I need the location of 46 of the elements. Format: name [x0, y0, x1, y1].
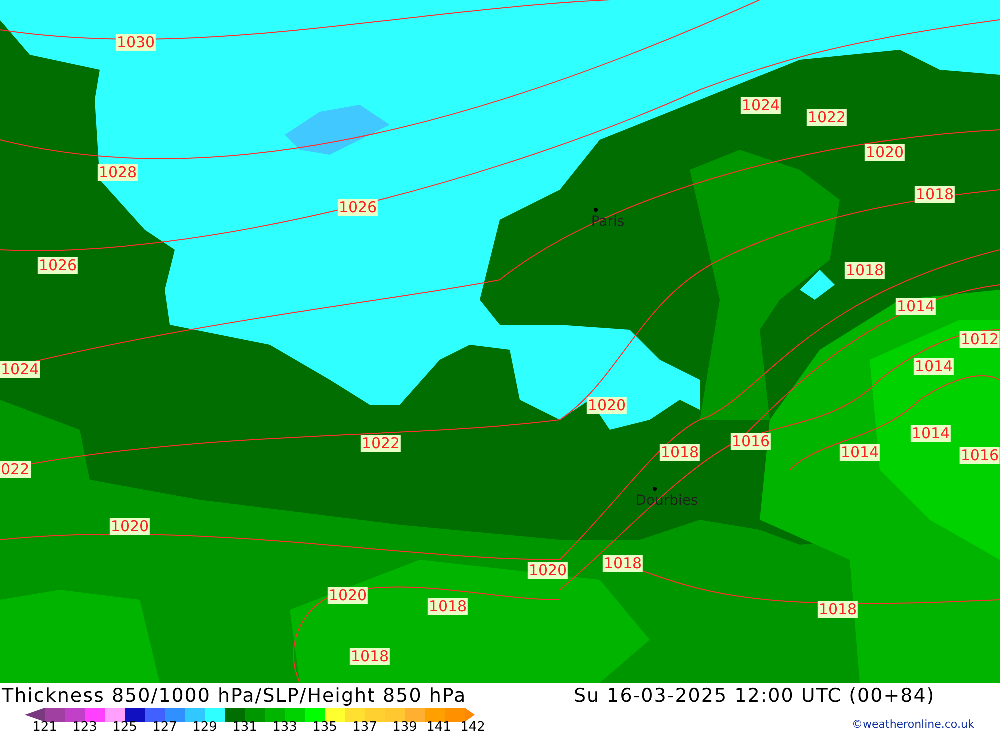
isobar-label: 1018 [350, 648, 390, 666]
legend-label: 121 [32, 721, 58, 733]
isobar-label: 1016 [730, 434, 772, 450]
isobar-label: 1016 [960, 448, 1000, 464]
isobar-label: 022 [0, 462, 31, 478]
legend-label: 131 [232, 721, 258, 733]
valid-time: Su 16-03-2025 12:00 UTC (00+84) [574, 685, 936, 707]
city-dot-icon [594, 208, 598, 212]
isobar-label: 1026 [338, 200, 378, 216]
city-dot-icon [653, 487, 657, 491]
isobar-label: 1030 [116, 34, 156, 52]
legend-label: 139 [392, 721, 418, 733]
legend-label: 137 [352, 721, 378, 733]
city-label: Paris [591, 214, 625, 230]
isobar-label: 1018 [914, 186, 956, 204]
isobar-label: 1020 [110, 518, 150, 536]
isobar-label: 1028 [98, 164, 138, 182]
isobar-label: 1022 [806, 110, 848, 126]
legend-label: 127 [152, 721, 178, 733]
isobar-label: 1018 [818, 602, 858, 618]
isobar-label: 1022 [360, 436, 402, 452]
legend-label: 123 [72, 721, 98, 733]
isobar-label: 1018 [660, 444, 700, 462]
isobar-label: 1012 [960, 332, 1000, 348]
isobar-label: 1014 [914, 358, 954, 376]
isobar-label: 1014 [840, 444, 880, 462]
legend-label: 141 [426, 721, 452, 733]
isobar-label: 1018 [844, 262, 886, 280]
isobar-label: 1024 [740, 98, 782, 114]
chart-title: Thickness 850/1000 hPa/SLP/Height 850 hPa [2, 685, 467, 707]
isobar-label: 1024 [0, 362, 40, 378]
isobar-label: 1020 [586, 398, 628, 414]
isobar-label: 1020 [864, 144, 906, 162]
legend-label: 135 [312, 721, 338, 733]
isobar-label: 1018 [428, 598, 468, 616]
isobar-label: 1020 [328, 588, 368, 604]
legend-label: 142 [460, 721, 486, 733]
legend-label: 129 [192, 721, 218, 733]
isobar-label: 1018 [602, 556, 644, 572]
isobar-label: 1026 [38, 258, 78, 274]
isobar-label: 1020 [528, 562, 568, 580]
isobar-label: 1014 [896, 298, 936, 316]
credit-link[interactable]: ©weatheronline.co.uk [852, 718, 974, 731]
isobar-label: 1014 [910, 426, 952, 442]
legend-label: 125 [112, 721, 138, 733]
legend-label: 133 [272, 721, 298, 733]
